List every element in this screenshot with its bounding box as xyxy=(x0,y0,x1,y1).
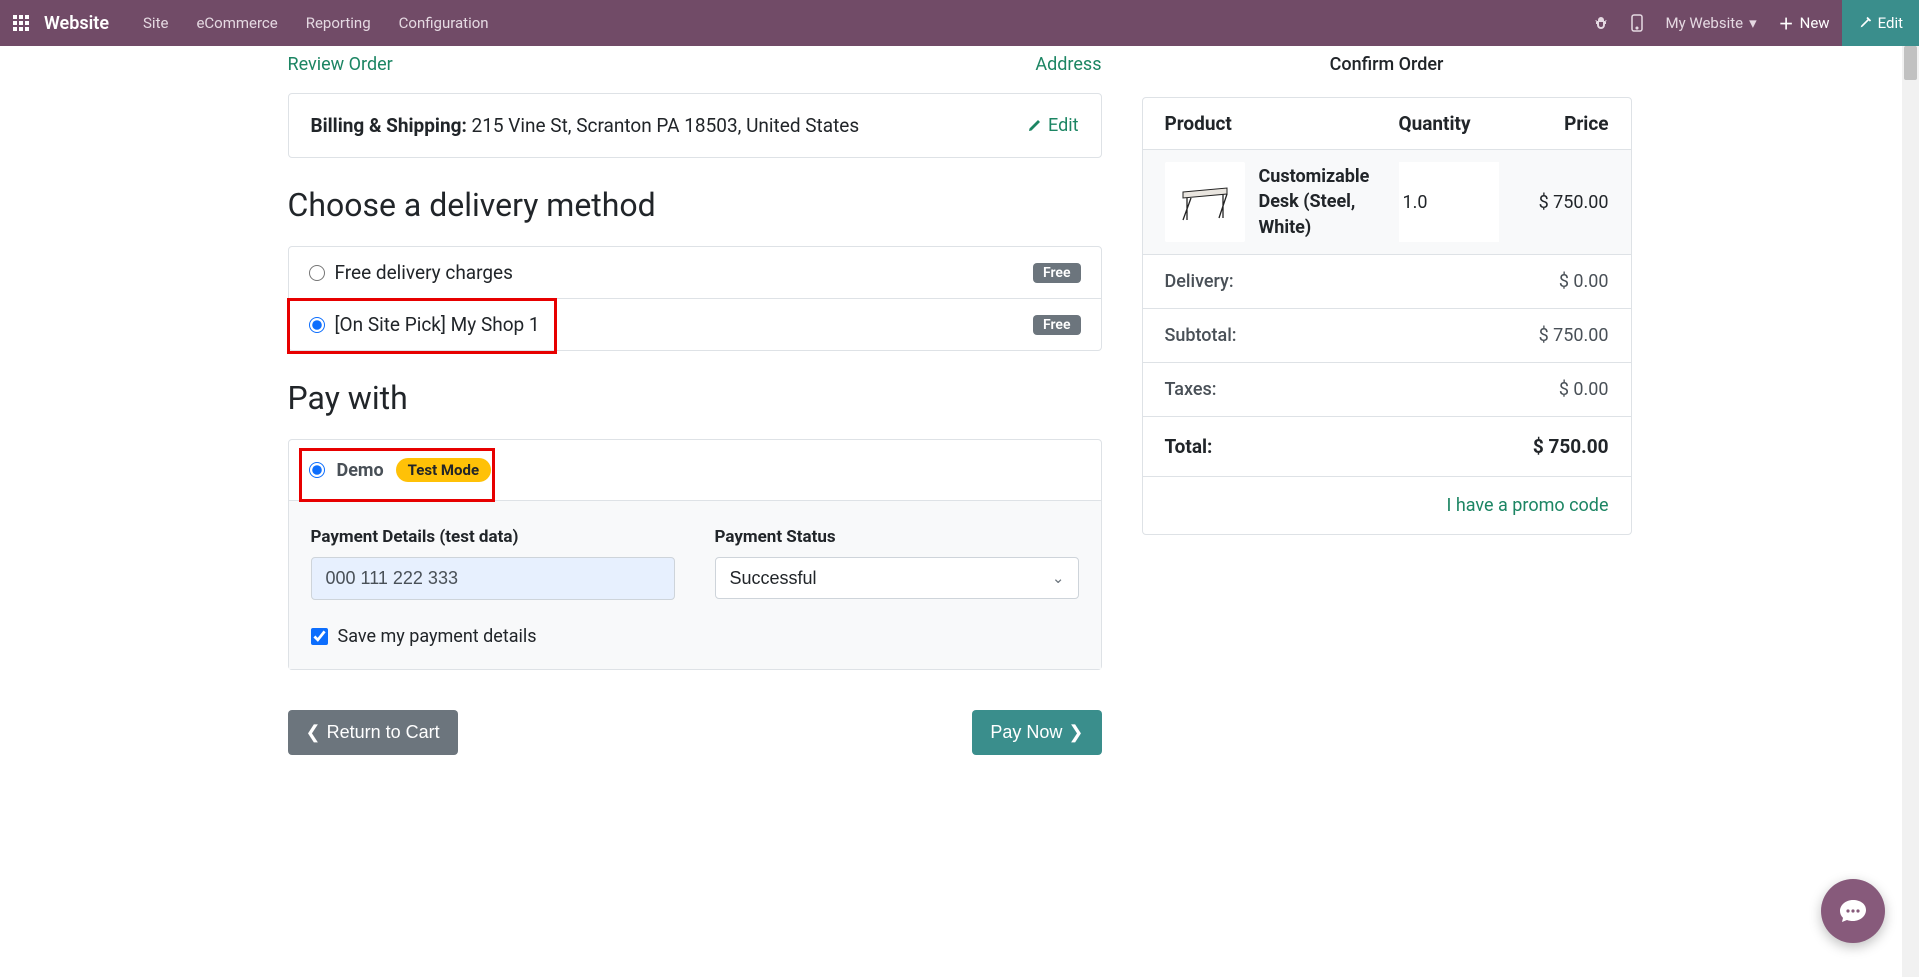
free-badge: Free xyxy=(1033,263,1081,283)
subtotal-label: Subtotal: xyxy=(1165,325,1237,346)
payment-card: Demo Test Mode Payment Details (test dat… xyxy=(288,439,1102,670)
payment-body: Payment Details (test data) Payment Stat… xyxy=(289,500,1101,669)
edit-button[interactable]: Edit xyxy=(1842,0,1919,46)
delivery-heading: Choose a delivery method xyxy=(288,186,1102,224)
summary-item: Customizable Desk (Steel, White) 1.0 $ 7… xyxy=(1143,150,1631,255)
step-review[interactable]: Review Order xyxy=(288,54,393,75)
chat-fab[interactable] xyxy=(1821,879,1885,943)
test-mode-badge: Test Mode xyxy=(396,458,491,482)
save-payment-checkbox[interactable] xyxy=(311,628,328,645)
line-total: Total: $ 750.00 xyxy=(1143,417,1631,477)
payment-provider-name: Demo xyxy=(337,460,384,481)
pencil-icon xyxy=(1026,118,1042,134)
pencil-icon xyxy=(1858,16,1872,30)
save-payment-row[interactable]: Save my payment details xyxy=(311,626,1079,647)
taxes-label: Taxes: xyxy=(1165,379,1217,400)
total-label: Total: xyxy=(1165,435,1213,458)
product-name: Customizable Desk (Steel, White) xyxy=(1259,164,1399,240)
address-label: Billing & Shipping: xyxy=(311,114,467,137)
delivery-option-free[interactable]: Free delivery charges Free xyxy=(289,247,1101,298)
payment-radio[interactable] xyxy=(309,462,325,478)
pay-label: Pay Now xyxy=(990,722,1062,743)
website-switcher-label: My Website xyxy=(1665,14,1743,32)
return-label: Return to Cart xyxy=(327,722,440,743)
payment-provider-row[interactable]: Demo Test Mode xyxy=(289,440,1101,500)
edit-address-label: Edit xyxy=(1048,115,1078,136)
nav-configuration[interactable]: Configuration xyxy=(385,0,503,46)
taxes-value: $ 0.00 xyxy=(1559,379,1609,400)
plus-icon: ＋ xyxy=(1779,13,1794,34)
nav-reporting[interactable]: Reporting xyxy=(292,0,385,46)
payment-details-label: Payment Details (test data) xyxy=(311,527,675,547)
address-value: 215 Vine St, Scranton PA 18503, United S… xyxy=(472,114,860,137)
checkout-steps: Review Order Address xyxy=(288,46,1102,93)
summary-header: Product Quantity Price xyxy=(1143,98,1631,150)
product-image xyxy=(1165,162,1245,242)
step-confirm: Confirm Order xyxy=(1142,46,1632,93)
save-payment-label: Save my payment details xyxy=(338,626,537,647)
line-taxes: Taxes: $ 0.00 xyxy=(1143,363,1631,417)
delivery-pickup-label: [On Site Pick] My Shop 1 xyxy=(335,313,540,336)
delivery-option-pickup[interactable]: [On Site Pick] My Shop 1 Free xyxy=(289,298,1101,350)
delivery-free-label: Free delivery charges xyxy=(335,261,513,284)
subtotal-value: $ 750.00 xyxy=(1539,325,1609,346)
scrollbar[interactable]: ▴ xyxy=(1902,46,1919,977)
edit-address-link[interactable]: Edit xyxy=(1026,115,1078,136)
step-address[interactable]: Address xyxy=(1035,54,1101,75)
bug-icon[interactable] xyxy=(1583,0,1619,46)
chevron-down-icon: ▾ xyxy=(1749,14,1757,32)
free-badge: Free xyxy=(1033,315,1081,335)
brand[interactable]: Website xyxy=(44,13,109,34)
mobile-icon[interactable] xyxy=(1619,0,1655,46)
pay-now-button[interactable]: Pay Now ❯ xyxy=(972,710,1101,755)
payment-status-label: Payment Status xyxy=(715,527,1079,547)
return-to-cart-button[interactable]: ❮ Return to Cart xyxy=(288,710,458,755)
delivery-label: Delivery: xyxy=(1165,271,1234,292)
header-price: Price xyxy=(1499,112,1609,135)
new-button[interactable]: ＋ New xyxy=(1767,0,1842,46)
delivery-radio-free[interactable] xyxy=(309,265,325,281)
top-nav: Website Site eCommerce Reporting Configu… xyxy=(0,0,1919,46)
chat-icon xyxy=(1838,898,1868,924)
promo-code-link[interactable]: I have a promo code xyxy=(1447,495,1609,516)
delivery-value: $ 0.00 xyxy=(1559,271,1609,292)
edit-label: Edit xyxy=(1878,14,1903,32)
product-price: $ 750.00 xyxy=(1499,192,1609,213)
delivery-radio-pickup[interactable] xyxy=(309,317,325,333)
header-quantity: Quantity xyxy=(1399,112,1499,135)
address-card: Billing & Shipping: 215 Vine St, Scranto… xyxy=(288,93,1102,158)
desk-icon xyxy=(1177,180,1233,224)
button-row: ❮ Return to Cart Pay Now ❯ xyxy=(288,710,1102,755)
payment-heading: Pay with xyxy=(288,379,1102,417)
total-value: $ 750.00 xyxy=(1533,435,1609,458)
nav-site[interactable]: Site xyxy=(129,0,182,46)
address-text: Billing & Shipping: 215 Vine St, Scranto… xyxy=(311,114,860,137)
payment-details-input[interactable] xyxy=(311,557,675,600)
apps-icon[interactable] xyxy=(10,12,32,34)
payment-status-select[interactable]: Successful xyxy=(715,557,1079,599)
new-label: New xyxy=(1800,14,1830,32)
line-delivery: Delivery: $ 0.00 xyxy=(1143,255,1631,309)
promo-row: I have a promo code xyxy=(1143,477,1631,534)
order-summary: Product Quantity Price Customizable Desk… xyxy=(1142,97,1632,535)
delivery-card: Free delivery charges Free [On Site Pick… xyxy=(288,246,1102,351)
nav-ecommerce[interactable]: eCommerce xyxy=(182,0,291,46)
product-qty: 1.0 xyxy=(1399,162,1499,242)
line-subtotal: Subtotal: $ 750.00 xyxy=(1143,309,1631,363)
chevron-left-icon: ❮ xyxy=(306,722,321,743)
chevron-right-icon: ❯ xyxy=(1068,722,1083,743)
header-product: Product xyxy=(1165,112,1399,135)
website-switcher[interactable]: My Website ▾ xyxy=(1655,0,1766,46)
